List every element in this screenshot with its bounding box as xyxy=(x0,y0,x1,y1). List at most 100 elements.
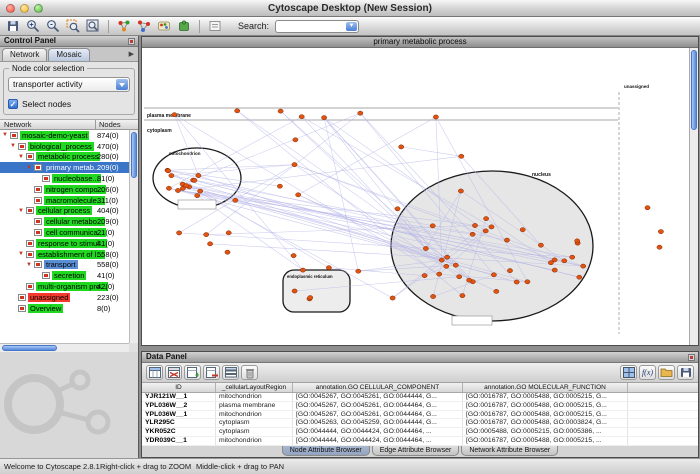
network-view-title[interactable]: primary metabolic process xyxy=(142,37,698,48)
new-attribute-button[interactable]: + xyxy=(184,365,201,380)
network-selection-icon xyxy=(137,19,151,33)
expand-triangle-icon[interactable]: ▼ xyxy=(10,141,18,151)
tree-row[interactable]: ▼establishment of l...558(0) xyxy=(0,249,129,260)
table-row[interactable]: YKR052Ccytoplasm[GO:0044444, GO:0044424,… xyxy=(142,428,698,437)
tree-node-label[interactable]: cellular metabo... xyxy=(44,217,105,226)
data-panel-titlebar: Data Panel xyxy=(142,352,698,363)
scrollbar-thumb[interactable] xyxy=(2,345,57,351)
expand-triangle-icon[interactable]: ▼ xyxy=(26,260,34,270)
network-thumbnail-icon xyxy=(18,294,26,301)
tree-node-count: 280(0) xyxy=(97,152,119,161)
column-header[interactable]: _cellularLayoutRegion xyxy=(216,383,293,392)
network-button[interactable] xyxy=(115,18,133,34)
vizmapper-button[interactable] xyxy=(155,18,173,34)
table-row[interactable]: YLR295Ccytoplasm[GO:0045263, GO:0045259,… xyxy=(142,419,698,428)
node-color-dropdown[interactable]: transporter activity xyxy=(8,77,130,92)
select-attributes-button[interactable] xyxy=(146,365,163,380)
network-graph[interactable]: plasma membranecytoplasmmitochondrionnuc… xyxy=(142,48,689,345)
annotation-button[interactable] xyxy=(206,18,224,34)
tree-row[interactable]: secretion41(0) xyxy=(0,270,129,281)
tree-row[interactable]: ▼cellular process404(0) xyxy=(0,206,129,217)
tree-node-label[interactable]: biological_process xyxy=(28,142,94,151)
tree-row[interactable]: response to stimul...41(0) xyxy=(0,238,129,249)
tree-node-label[interactable]: Overview xyxy=(28,304,63,313)
delete-attribute-button[interactable] xyxy=(203,365,220,380)
tree-row[interactable]: cellular metabo...209(0) xyxy=(0,216,129,227)
save-attributes-button[interactable] xyxy=(677,365,694,380)
search-input[interactable]: ▼ xyxy=(275,20,359,33)
delete-rows-button[interactable] xyxy=(241,365,258,380)
search-dropdown-icon[interactable]: ▼ xyxy=(346,22,357,31)
expand-triangle-icon[interactable]: ▼ xyxy=(26,163,34,173)
save-session-button[interactable] xyxy=(4,18,22,34)
tree-column-nodes[interactable]: Nodes xyxy=(95,120,138,129)
scrollbar-thumb[interactable] xyxy=(691,50,697,130)
control-panel-float-button[interactable] xyxy=(128,38,135,45)
table-row[interactable]: YPL036W__1mitochondrion[GO:0045267, GO:0… xyxy=(142,411,698,420)
tree-node-label[interactable]: nucleobase... xyxy=(52,174,101,183)
zoom-out-button[interactable]: - xyxy=(44,18,62,34)
svg-text:+: + xyxy=(195,371,199,379)
zoom-fit-button[interactable] xyxy=(84,18,102,34)
tree-node-label[interactable]: secretion xyxy=(52,271,86,280)
import-attributes-button[interactable] xyxy=(658,365,675,380)
tree-node-label[interactable]: metabolic process xyxy=(36,152,100,161)
tab-node-attribute-browser[interactable]: Node Attribute Browser xyxy=(282,446,370,456)
expand-triangle-icon[interactable]: ▼ xyxy=(18,206,26,216)
tree-row[interactable]: Overview8(0) xyxy=(0,303,129,314)
network-from-selection-button[interactable] xyxy=(135,18,153,34)
tree-node-label[interactable]: macromolecule... xyxy=(44,196,105,205)
attribute-list-button[interactable] xyxy=(222,365,239,380)
table-row[interactable]: YDR039C__1mitochondrion[GO:0044444, GO:0… xyxy=(142,437,698,446)
column-header[interactable]: annotation.GO MOLECULAR_FUNCTION xyxy=(463,383,628,392)
tree-horizontal-scrollbar[interactable] xyxy=(0,343,129,352)
network-canvas[interactable]: plasma membranecytoplasmmitochondrionnuc… xyxy=(142,48,689,345)
tree-row[interactable]: nucleobase...81(0) xyxy=(0,173,129,184)
tree-row[interactable]: ▼ metabolic process280(0) xyxy=(0,152,129,163)
thumbnail-dot xyxy=(28,285,32,288)
tree-row[interactable]: cell communica...21(0) xyxy=(0,227,129,238)
tree-node-label[interactable]: transport xyxy=(44,260,78,269)
zoom-in-button[interactable]: + xyxy=(24,18,42,34)
tree-node-label[interactable]: primary metab... xyxy=(44,163,102,172)
table-cell: YPL036W__1 xyxy=(142,411,216,419)
tree-node-label[interactable]: mosaic-demo-yeast xyxy=(20,131,89,140)
tree-node-label[interactable]: establishment of l... xyxy=(36,250,105,259)
select-nodes-checkbox[interactable]: ✓ xyxy=(8,99,18,109)
expand-triangle-icon[interactable]: ▼ xyxy=(18,152,26,162)
scrollbar-thumb[interactable] xyxy=(131,132,137,178)
attribute-matrix-button[interactable] xyxy=(620,365,637,380)
tree-row[interactable]: ▼transport558(0) xyxy=(0,260,129,271)
tree-node-label[interactable]: unassigned xyxy=(28,293,70,302)
tab-network[interactable]: Network xyxy=(2,48,47,61)
tab-edge-attribute-browser[interactable]: Edge Attribute Browser xyxy=(372,446,460,456)
tree-row[interactable]: nitrogen compo...206(0) xyxy=(0,184,129,195)
column-header[interactable]: annotation.GO CELLULAR_COMPONENT xyxy=(293,383,463,392)
table-row[interactable]: YPL036W__2plasma membrane[GO:0045267, GO… xyxy=(142,402,698,411)
zoom-selected-button[interactable] xyxy=(64,18,82,34)
toolbar-separator xyxy=(108,20,109,33)
expand-triangle-icon[interactable]: ▼ xyxy=(18,249,26,259)
tree-column-network[interactable]: Network xyxy=(0,120,95,129)
tree-row[interactable]: ▼mosaic-demo-yeast874(0) xyxy=(0,130,129,141)
tree-row[interactable]: macromolecule...311(0) xyxy=(0,195,129,206)
data-panel-float-button[interactable] xyxy=(688,354,695,361)
tree-row[interactable]: ▼biological_process470(0) xyxy=(0,141,129,152)
status-welcome: Welcome to Cytoscape 2.8.1 xyxy=(4,459,100,474)
column-header[interactable]: ID xyxy=(142,383,216,392)
table-row[interactable]: YJR121W__1mitochondrion[GO:0045267, GO:0… xyxy=(142,393,698,402)
tab-mosaic[interactable]: Mosaic xyxy=(48,48,89,61)
tab-scroll-arrow-icon[interactable]: ▶ xyxy=(129,48,136,61)
plugins-button[interactable] xyxy=(175,18,193,34)
unselect-attributes-button[interactable] xyxy=(165,365,182,380)
network-thumbnail-icon xyxy=(26,153,34,160)
tab-network-attribute-browser[interactable]: Network Attribute Browser xyxy=(461,446,558,456)
expand-triangle-icon[interactable]: ▼ xyxy=(2,130,10,140)
tree-vertical-scrollbar[interactable] xyxy=(129,130,138,343)
network-vertical-scrollbar[interactable] xyxy=(689,48,698,345)
tree-row[interactable]: ▼primary metab...209(0) xyxy=(0,162,129,173)
tree-row[interactable]: unassigned223(0) xyxy=(0,292,129,303)
function-builder-button[interactable]: f(x) xyxy=(639,365,656,380)
tree-row[interactable]: multi-organism pro...42(0) xyxy=(0,281,129,292)
tree-node-label[interactable]: cellular process xyxy=(36,206,92,215)
